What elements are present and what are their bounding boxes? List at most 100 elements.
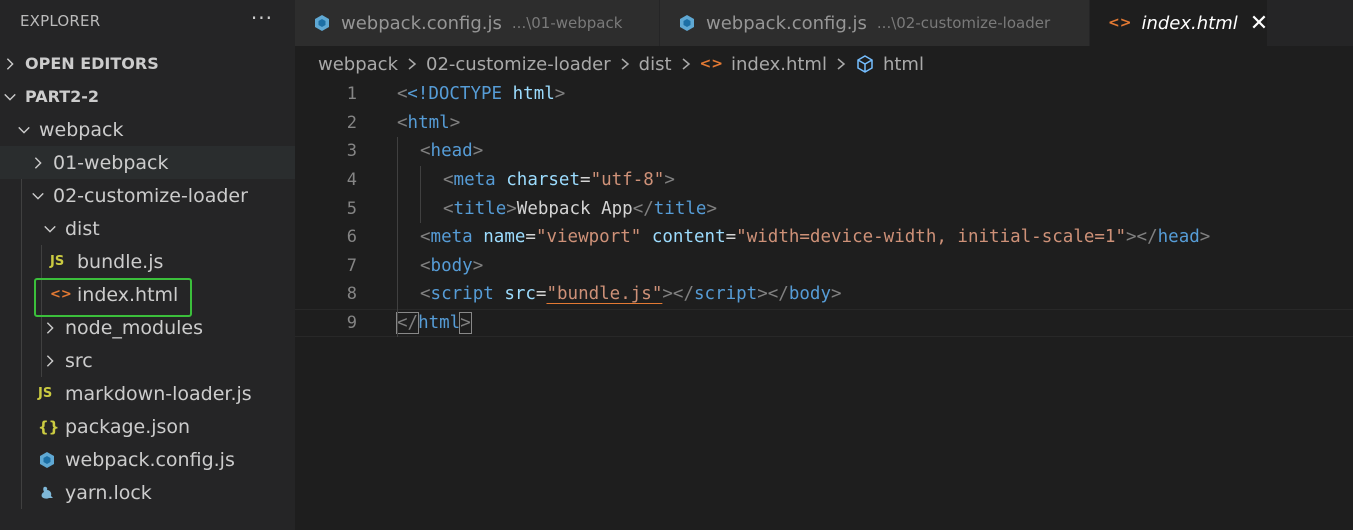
code-line: 7 <body>: [295, 252, 1353, 281]
webpack-icon: [38, 451, 58, 469]
open-editors-section[interactable]: OPEN EDITORS: [0, 47, 295, 80]
tree-file-package-json[interactable]: {} package.json: [0, 410, 295, 443]
line-number: 1: [346, 84, 357, 105]
tree-item-label: index.html: [77, 283, 179, 306]
close-tab-button[interactable]: ✕: [1250, 11, 1268, 36]
line-number: 6: [346, 227, 357, 248]
line-number: 2: [346, 112, 357, 133]
tree-item-label: webpack.config.js: [65, 448, 235, 471]
tree-folder-02-customize-loader[interactable]: 02-customize-loader: [0, 179, 295, 212]
code-text: <meta name="viewport" content="width=dev…: [420, 227, 1211, 248]
webpack-icon: [313, 14, 331, 32]
more-actions-button[interactable]: ···: [251, 8, 273, 28]
tree-indent-guide: [21, 179, 22, 509]
chevron-right-icon: [42, 353, 58, 369]
chevron-right-icon: [406, 57, 418, 71]
chevron-right-icon: [680, 57, 692, 71]
code-line: 2 <html>: [295, 109, 1353, 138]
tree-item-label: package.json: [65, 415, 191, 438]
line-number: 8: [346, 284, 357, 305]
symbol-element-icon: [855, 54, 875, 74]
code-text: <head>: [420, 141, 484, 162]
code-line: 5 <title>Webpack App</title>: [295, 194, 1353, 223]
code-editor[interactable]: 1 <<!DOCTYPE html> 2 <html> 3 <head> 4 <…: [295, 80, 1353, 530]
chevron-down-icon: [16, 122, 32, 138]
breadcrumb-item[interactable]: webpack: [318, 54, 398, 75]
tree-item-label: yarn.lock: [65, 481, 152, 504]
json-file-icon: {}: [38, 417, 60, 436]
chevron-down-icon: [30, 188, 46, 204]
html-icon: <>: [699, 56, 723, 72]
tree-file-markdown-loader-js[interactable]: JS markdown-loader.js: [0, 377, 295, 410]
breadcrumb-item[interactable]: dist: [639, 54, 672, 75]
tab-label: webpack.config.js: [706, 12, 867, 34]
tree-item-label: dist: [65, 217, 100, 240]
tab-index-html[interactable]: <> index.html ✕: [1090, 0, 1268, 46]
line-number: 4: [346, 170, 357, 191]
link-bundle-js: "bundle.js": [546, 284, 663, 305]
tab-webpack-config-01[interactable]: webpack.config.js ...\01-webpack: [295, 0, 660, 46]
line-number: 9: [346, 313, 357, 334]
line-number: 3: [346, 141, 357, 162]
explorer-header: EXPLORER ···: [0, 0, 295, 42]
tree-item-label: 02-customize-loader: [53, 184, 248, 207]
file-tree: OPEN EDITORS PART2-2 webpack 01-webpack …: [0, 47, 295, 509]
indent-guide: [397, 137, 398, 337]
tree-item-label: bundle.js: [77, 250, 164, 273]
yarn-icon: [38, 484, 58, 502]
code-line: 8 <script src="bundle.js"></script></bod…: [295, 280, 1353, 309]
workspace-section[interactable]: PART2-2: [0, 80, 295, 113]
tree-item-label: webpack: [39, 118, 124, 141]
tree-folder-dist[interactable]: dist: [0, 212, 295, 245]
js-file-icon: JS: [38, 386, 53, 401]
tree-folder-webpack[interactable]: webpack: [0, 113, 295, 146]
tab-description: ...\01-webpack: [511, 14, 623, 32]
breadcrumb-item[interactable]: html: [883, 54, 924, 75]
code-line: 6 <meta name="viewport" content="width=d…: [295, 223, 1353, 252]
html-file-icon: <>: [50, 287, 72, 302]
code-text: <html>: [397, 112, 461, 133]
tab-label: index.html: [1141, 12, 1238, 34]
chevron-right-icon: [42, 320, 58, 336]
breadcrumb: webpack 02-customize-loader dist <> inde…: [318, 50, 924, 78]
tab-label: webpack.config.js: [341, 12, 502, 34]
tab-description: ...\02-customize-loader: [876, 14, 1051, 32]
line-number: 5: [346, 198, 357, 219]
breadcrumb-item[interactable]: 02-customize-loader: [426, 54, 611, 75]
html-icon: <>: [1108, 15, 1132, 31]
tree-folder-node-modules[interactable]: node_modules: [0, 311, 295, 344]
tree-item-label: node_modules: [65, 316, 204, 339]
chevron-right-icon: [835, 57, 847, 71]
code-line: 1 <<!DOCTYPE html>: [295, 80, 1353, 109]
tree-file-index-html[interactable]: <> index.html: [0, 278, 295, 311]
tree-indent-guide: [41, 245, 42, 377]
webpack-icon: [678, 14, 696, 32]
js-file-icon: JS: [50, 254, 65, 269]
tree-item-label: src: [65, 349, 93, 372]
tree-file-bundle-js[interactable]: JS bundle.js: [0, 245, 295, 278]
line-number: 7: [346, 255, 357, 276]
code-text: <body>: [420, 255, 484, 276]
code-text: <meta charset="utf-8">: [443, 170, 675, 191]
tree-item-label: markdown-loader.js: [65, 382, 252, 405]
code-line-current: 9 </html>: [295, 308, 1353, 338]
tree-file-yarn-lock[interactable]: yarn.lock: [0, 476, 295, 509]
explorer-sidebar: EXPLORER ··· OPEN EDITORS PART2-2 webpac…: [0, 0, 295, 530]
chevron-right-icon: [619, 57, 631, 71]
code-line: 4 <meta charset="utf-8">: [295, 166, 1353, 195]
explorer-title: EXPLORER: [20, 12, 101, 30]
chevron-down-icon: [42, 221, 58, 237]
code-text: <<!DOCTYPE html>: [397, 84, 566, 105]
code-text: </html>: [395, 312, 472, 335]
tree-folder-src[interactable]: src: [0, 344, 295, 377]
tree-item-label: 01-webpack: [53, 151, 169, 174]
tree-folder-01-webpack[interactable]: 01-webpack: [0, 146, 295, 179]
workspace-label: PART2-2: [25, 87, 100, 106]
editor-tabs: webpack.config.js ...\01-webpack webpack…: [295, 0, 1353, 46]
breadcrumb-item[interactable]: index.html: [731, 54, 827, 75]
open-editors-label: OPEN EDITORS: [25, 54, 159, 73]
tree-file-webpack-config-js[interactable]: webpack.config.js: [0, 443, 295, 476]
code-text: <script src="bundle.js"></script></body>: [420, 284, 842, 305]
code-text: <title>Webpack App</title>: [443, 198, 717, 219]
tab-webpack-config-02[interactable]: webpack.config.js ...\02-customize-loade…: [660, 0, 1090, 46]
